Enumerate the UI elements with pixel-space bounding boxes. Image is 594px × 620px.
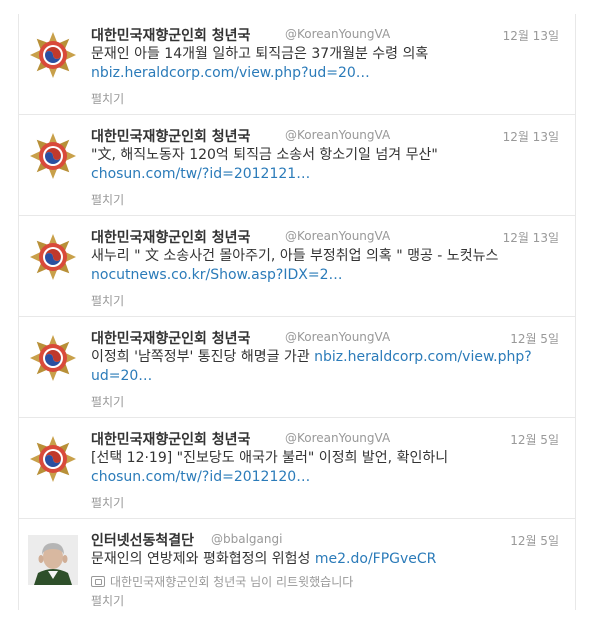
tweet-timestamp[interactable]: 12월 5일 [510, 330, 559, 347]
tweet-body: 이정희 '남쪽정부' 통진당 해명글 가관 [91, 349, 310, 365]
author-handle[interactable]: @KoreanYoungVA [285, 330, 390, 344]
tweet-item[interactable]: 대한민국재향군인회 청년국 @KoreanYoungVA 12월 5일 이정희 … [19, 317, 575, 418]
tweet-text: 이정희 '남쪽정부' 통진당 해명글 가관 nbiz.heraldcorp.co… [91, 348, 563, 386]
veterans-emblem-icon[interactable] [28, 131, 78, 181]
author-name[interactable]: 대한민국재향군인회 청년국 [91, 227, 250, 247]
timeline: 대한민국재향군인회 청년국 @KoreanYoungVA 12월 13일 문재인… [18, 14, 576, 610]
tweet-timestamp[interactable]: 12월 13일 [503, 27, 559, 44]
tweet-link[interactable]: nocutnews.co.kr/Show.asp?IDX=2… [91, 267, 343, 283]
tweet-timestamp[interactable]: 12월 13일 [503, 128, 559, 145]
retweeted-by-text[interactable]: 대한민국재향군인회 청년국 님이 리트윗했습니다 [110, 575, 353, 589]
veterans-emblem-icon[interactable] [28, 30, 78, 80]
retweet-context: 대한민국재향군인회 청년국 님이 리트윗했습니다 [91, 573, 353, 590]
tweet-body: 문재인 아들 14개월 일하고 퇴직금은 37개월분 수령 의혹 [91, 46, 429, 62]
expand-link[interactable]: 펼치기 [91, 90, 124, 107]
tweet-body: "文, 해직노동자 120억 퇴직금 소송서 항소기일 넘겨 무산" [91, 147, 438, 163]
expand-link[interactable]: 펼치기 [91, 292, 124, 309]
tweet-text: "文, 해직노동자 120억 퇴직금 소송서 항소기일 넘겨 무산" chosu… [91, 146, 563, 184]
tweet-body: [선택 12·19] "진보당도 애국가 불러" 이정희 발언, 확인하니 [91, 450, 449, 466]
expand-link[interactable]: 펼치기 [91, 393, 124, 410]
author-handle[interactable]: @KoreanYoungVA [285, 229, 390, 243]
author-name[interactable]: 인터넷선동척결단 [91, 530, 194, 550]
expand-link[interactable]: 펼치기 [91, 592, 124, 609]
tweet-text: [선택 12·19] "진보당도 애국가 불러" 이정희 발언, 확인하니 ch… [91, 449, 563, 487]
author-name[interactable]: 대한민국재향군인회 청년국 [91, 25, 250, 45]
author-name[interactable]: 대한민국재향군인회 청년국 [91, 126, 250, 146]
author-handle[interactable]: @bbalgangi [211, 532, 282, 546]
tweet-text: 문재인 아들 14개월 일하고 퇴직금은 37개월분 수령 의혹 nbiz.he… [91, 45, 563, 83]
tweet-link[interactable]: chosun.com/tw/?id=2012121… [91, 166, 310, 182]
tweet-timestamp[interactable]: 12월 5일 [510, 532, 559, 549]
tweet-link[interactable]: chosun.com/tw/?id=2012120… [91, 469, 310, 485]
veterans-emblem-icon[interactable] [28, 232, 78, 282]
tweet-text: 새누리 " 文 소송사건 몰아주기, 아들 부정취업 의혹 " 맹공 - 노컷뉴… [91, 247, 563, 285]
veterans-emblem-icon[interactable] [28, 434, 78, 484]
veterans-emblem-icon[interactable] [28, 333, 78, 383]
tweet-timestamp[interactable]: 12월 13일 [503, 229, 559, 246]
author-name[interactable]: 대한민국재향군인회 청년국 [91, 429, 250, 449]
author-name[interactable]: 대한민국재향군인회 청년국 [91, 328, 250, 348]
tweet-text: 문재인의 연방제와 평화협정의 위험성 me2.do/FPGveCR [91, 550, 563, 569]
tweet-timestamp[interactable]: 12월 5일 [510, 431, 559, 448]
expand-link[interactable]: 펼치기 [91, 494, 124, 511]
tweet-item[interactable]: 대한민국재향군인회 청년국 @KoreanYoungVA 12월 13일 새누리… [19, 216, 575, 317]
tweet-item[interactable]: 대한민국재향군인회 청년국 @KoreanYoungVA 12월 5일 [선택 … [19, 418, 575, 519]
tweet-item[interactable]: 대한민국재향군인회 청년국 @KoreanYoungVA 12월 13일 문재인… [19, 14, 575, 115]
person-photo-icon[interactable] [28, 535, 78, 585]
author-handle[interactable]: @KoreanYoungVA [285, 128, 390, 142]
retweet-icon [91, 576, 105, 587]
tweet-body: 문재인의 연방제와 평화협정의 위험성 [91, 551, 311, 567]
tweet-link[interactable]: me2.do/FPGveCR [315, 551, 437, 567]
expand-link[interactable]: 펼치기 [91, 191, 124, 208]
tweet-item[interactable]: 대한민국재향군인회 청년국 @KoreanYoungVA 12월 13일 "文,… [19, 115, 575, 216]
tweet-item[interactable]: 인터넷선동척결단 @bbalgangi 12월 5일 문재인의 연방제와 평화협… [19, 519, 575, 610]
tweet-body: 새누리 " 文 소송사건 몰아주기, 아들 부정취업 의혹 " 맹공 - 노컷뉴… [91, 248, 499, 264]
author-handle[interactable]: @KoreanYoungVA [285, 431, 390, 445]
author-handle[interactable]: @KoreanYoungVA [285, 27, 390, 41]
tweet-link[interactable]: nbiz.heraldcorp.com/view.php?ud=20… [91, 65, 370, 81]
